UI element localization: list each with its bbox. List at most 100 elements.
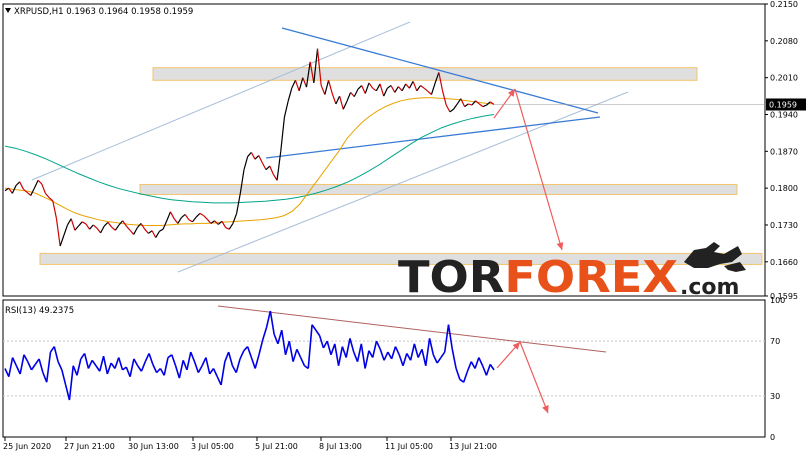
rsi-segment	[288, 340, 294, 362]
rsi-segment	[262, 327, 268, 340]
rsi-segment	[129, 358, 135, 377]
price-segment	[364, 82, 370, 94]
rsi-segment	[125, 366, 131, 378]
rsi-segment	[485, 364, 491, 376]
price-segment	[55, 218, 61, 247]
price-segment	[70, 218, 76, 231]
rsi-segment	[83, 353, 90, 369]
price-axis-label: 0.1940	[770, 110, 798, 119]
rsi-segment	[353, 351, 359, 362]
price-segment	[85, 223, 91, 230]
rsi-segment	[292, 349, 298, 362]
rsi-segment	[106, 362, 112, 375]
price-segment	[19, 181, 24, 190]
rsi-segment	[174, 365, 181, 379]
price-segment	[441, 90, 447, 106]
price-segment	[111, 226, 116, 231]
price-segment	[225, 227, 230, 230]
rsi-segment	[277, 329, 283, 345]
price-segment	[261, 162, 267, 171]
price-segment	[335, 95, 341, 105]
rsi-segment	[186, 351, 192, 371]
rsi-segment	[8, 357, 14, 377]
price-segment	[416, 85, 421, 92]
price-segment	[390, 85, 396, 93]
rsi-segment	[269, 310, 275, 335]
rsi-segment	[27, 361, 33, 371]
rsi-segment	[280, 330, 287, 355]
price-segment	[107, 221, 113, 228]
rsi-segment	[102, 356, 109, 375]
rsi-segment	[265, 310, 272, 328]
triangle-lower-line	[265, 116, 601, 159]
time-axis-label: 8 Jul 13:00	[319, 442, 362, 451]
rsi-segment	[398, 354, 404, 367]
rsi-segment	[284, 340, 291, 356]
price-axis-label: 0.1660	[770, 258, 798, 267]
price-segment	[177, 217, 182, 224]
rsi-segment	[45, 351, 52, 383]
price-segment	[464, 103, 469, 108]
rsi-segment	[334, 343, 340, 366]
price-segment	[291, 80, 297, 89]
price-segment	[350, 91, 355, 97]
rsi-segment	[432, 354, 438, 364]
chart-window: 0.2150 0.2080 0.2010 0.1940 0.1870 0.1800 0.17…	[0, 0, 808, 458]
rsi-segment	[421, 349, 427, 366]
price-segment	[199, 212, 204, 217]
rsi-segment	[322, 340, 328, 349]
rsi-axis-label: 30	[770, 392, 780, 401]
rsi-segment	[341, 346, 347, 358]
price-segment	[140, 223, 146, 230]
rsi-panel-frame	[2, 299, 766, 438]
price-segment	[133, 227, 138, 235]
price-segment	[468, 103, 473, 106]
rsi-segment	[443, 324, 450, 353]
price-segment	[478, 103, 484, 108]
rsi-segment	[235, 358, 241, 373]
price-segment	[151, 230, 157, 238]
channel-upper-line	[31, 21, 411, 181]
rsi-segment	[190, 351, 196, 362]
time-axis-label: 27 Jun 21:00	[64, 442, 115, 451]
price-segment	[449, 108, 454, 113]
rsi-segment	[315, 329, 321, 337]
rsi-segment	[23, 354, 29, 363]
price-axis-label: 0.1800	[770, 184, 798, 193]
rsi-segment	[91, 359, 97, 367]
price-axis-label: 0.1870	[770, 147, 798, 156]
price-segment	[144, 228, 149, 234]
price-segment	[228, 223, 234, 230]
rsi-segment	[140, 361, 146, 372]
price-segment	[357, 85, 363, 90]
price-segment	[394, 86, 399, 93]
rsi-segment	[201, 357, 207, 367]
forecast-arrow-down	[514, 88, 564, 251]
rsi-segment	[466, 361, 472, 372]
rsi-segment	[307, 324, 313, 369]
price-segment	[387, 85, 392, 89]
price-segment	[26, 191, 32, 196]
price-segment	[280, 117, 286, 152]
rsi-segment	[224, 351, 230, 362]
price-segment	[188, 219, 193, 223]
price-axis-label: 0.1730	[770, 221, 798, 230]
brand-suffix: .com	[680, 275, 739, 300]
rsi-segment	[258, 339, 264, 355]
rsi-trend-line	[217, 305, 607, 353]
rsi-segment	[447, 324, 454, 350]
rsi-segment	[163, 357, 169, 376]
price-segment	[169, 211, 175, 219]
rsi-axis-label: 0	[770, 433, 775, 442]
rsi-segment	[114, 357, 120, 369]
rsi-segment	[171, 354, 177, 367]
time-axis-label: 3 Jul 05:00	[191, 442, 234, 451]
price-segment	[148, 230, 153, 234]
price-segment	[114, 224, 120, 231]
price-segment	[100, 225, 105, 234]
price-segment	[320, 85, 326, 95]
rsi-segment	[19, 354, 25, 375]
price-segment	[331, 93, 337, 105]
price-segment	[420, 85, 425, 89]
price-segment	[272, 174, 278, 181]
